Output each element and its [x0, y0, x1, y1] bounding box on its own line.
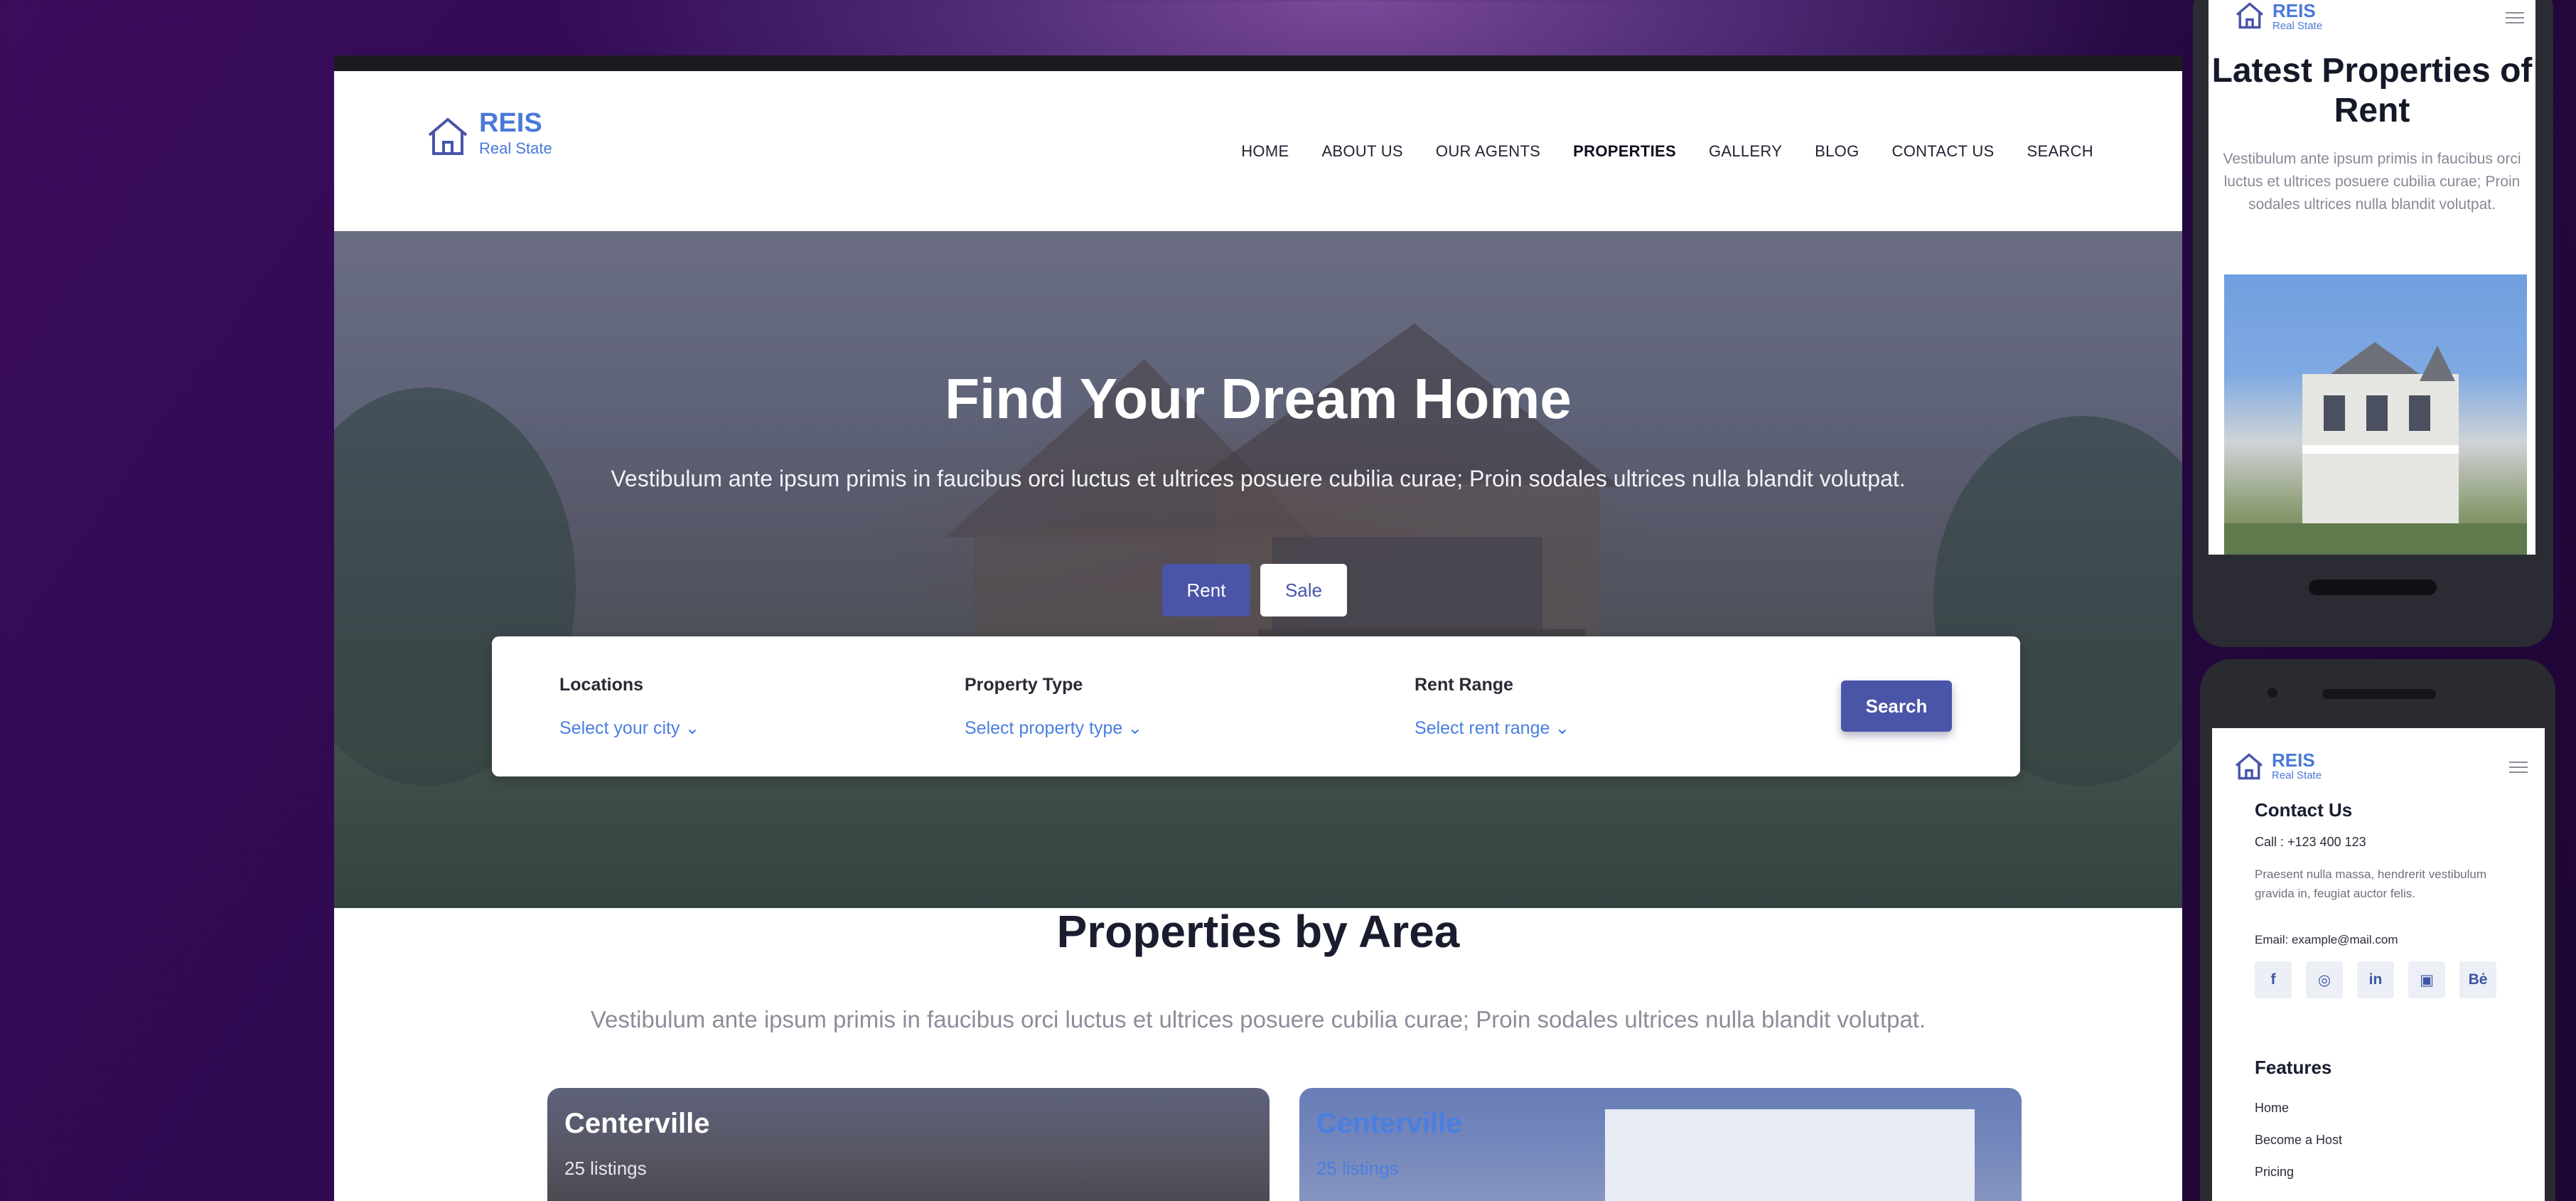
area-card-count: 25 listings — [564, 1158, 647, 1179]
footer-link-become-a-host[interactable]: Become a Host — [2255, 1133, 2342, 1148]
latest-properties-subtitle: Vestibulum ante ipsum primis in faucibus… — [2223, 151, 2521, 213]
nav-home[interactable]: HOME — [1241, 142, 1289, 161]
nav-our-agents[interactable]: OUR AGENTS — [1436, 142, 1540, 161]
footer-link-pricing[interactable]: Pricing — [2255, 1165, 2294, 1180]
hamburger-menu-icon[interactable] — [2506, 12, 2524, 25]
rent-sale-toggle: Rent Sale — [1162, 564, 1347, 616]
logo[interactable]: REIS Real State — [425, 108, 567, 165]
phone-mockup-bottom: REIS Real State Contact Us Call : +123 4… — [2200, 659, 2555, 1201]
logo-name: REIS — [2272, 0, 2316, 21]
logo-name: REIS — [479, 108, 542, 138]
property-search-form: Locations Select your city ⌄ Property Ty… — [492, 636, 2020, 776]
latest-properties-title: Latest Properties of Rent — [2211, 52, 2533, 129]
nav-properties[interactable]: PROPERTIES — [1573, 142, 1676, 161]
footer-link-home[interactable]: Home — [2255, 1101, 2289, 1116]
nav-blog[interactable]: BLOG — [1815, 142, 1859, 161]
contact-email[interactable]: Email: example@mail.com — [2255, 933, 2398, 947]
search-button[interactable]: Search — [1841, 680, 1952, 732]
area-section-title: Properties by Area — [1056, 906, 1460, 957]
phone-screen: REIS Real State Latest Properties of Ren… — [2209, 0, 2535, 555]
mobile-logo[interactable]: REIS Real State — [2233, 749, 2333, 785]
contact-heading: Contact Us — [2255, 799, 2353, 821]
nav-gallery[interactable]: GALLERY — [1709, 142, 1782, 161]
hamburger-menu-icon[interactable] — [2509, 762, 2528, 774]
linkedin-icon[interactable]: in — [2357, 961, 2394, 998]
site-header: REIS Real State HOME ABOUT US OUR AGENTS… — [334, 71, 2182, 231]
desktop-browser-window: REIS Real State HOME ABOUT US OUR AGENTS… — [334, 55, 2182, 1201]
logo-tagline: Real State — [2272, 20, 2323, 32]
house-logo-icon — [2236, 753, 2263, 780]
area-card-count: 25 listings — [1316, 1158, 1399, 1179]
front-camera — [2268, 688, 2277, 698]
nav-contact-us[interactable]: CONTACT US — [1892, 142, 1995, 161]
browser-top-bar — [334, 55, 2182, 71]
property-image[interactable] — [2224, 274, 2527, 555]
property-type-dropdown[interactable]: Select property type ⌄ — [965, 717, 1142, 739]
locations-dropdown[interactable]: Select your city ⌄ — [559, 717, 699, 739]
rent-range-label: Rent Range — [1415, 675, 1513, 695]
area-card[interactable]: Centerville 25 listings — [1299, 1088, 2022, 1201]
mobile-logo[interactable]: REIS Real State — [2234, 0, 2334, 36]
home-indicator — [2309, 580, 2437, 595]
phone-speaker — [2322, 689, 2436, 699]
property-type-label: Property Type — [965, 675, 1083, 695]
dribbble-icon[interactable]: ◎ — [2306, 961, 2343, 998]
house-logo-icon — [428, 118, 468, 155]
hero-subtitle: Vestibulum ante ipsum primis in faucibus… — [611, 466, 1906, 491]
behance-icon[interactable]: Bė — [2459, 961, 2496, 998]
facebook-icon[interactable]: f — [2255, 961, 2292, 998]
rent-range-dropdown[interactable]: Select rent range ⌄ — [1415, 717, 1569, 739]
hero-title: Find Your Dream Home — [945, 367, 1572, 430]
hero-section: Find Your Dream Home Vestibulum ante ips… — [334, 231, 2182, 908]
phone-mockup-top: REIS Real State Latest Properties of Ren… — [2193, 0, 2553, 647]
features-heading: Features — [2255, 1057, 2332, 1078]
instagram-icon[interactable]: ▣ — [2408, 961, 2445, 998]
area-section-subtitle: Vestibulum ante ipsum primis in faucibus… — [590, 1006, 1926, 1032]
nav-search[interactable]: SEARCH — [2027, 142, 2094, 161]
area-card[interactable]: Centerville 25 listings — [547, 1088, 1270, 1201]
rent-tab-button[interactable]: Rent — [1162, 564, 1250, 616]
area-card-title: Centerville — [564, 1108, 710, 1139]
area-card-title: Centerville — [1316, 1108, 1462, 1139]
house-logo-icon — [2236, 2, 2263, 29]
sale-tab-button[interactable]: Sale — [1260, 564, 1347, 616]
main-nav: HOME ABOUT US OUR AGENTS PROPERTIES GALL… — [1241, 71, 2093, 231]
phone-screen: REIS Real State Contact Us Call : +123 4… — [2212, 728, 2545, 1201]
locations-label: Locations — [559, 675, 644, 695]
logo-tagline: Real State — [479, 139, 552, 157]
contact-phone[interactable]: Call : +123 400 123 — [2255, 835, 2366, 850]
nav-about-us[interactable]: ABOUT US — [1321, 142, 1402, 161]
contact-description: Praesent nulla massa, hendrerit vestibul… — [2255, 868, 2486, 900]
logo-name: REIS — [2272, 749, 2315, 771]
logo-tagline: Real State — [2272, 769, 2322, 781]
